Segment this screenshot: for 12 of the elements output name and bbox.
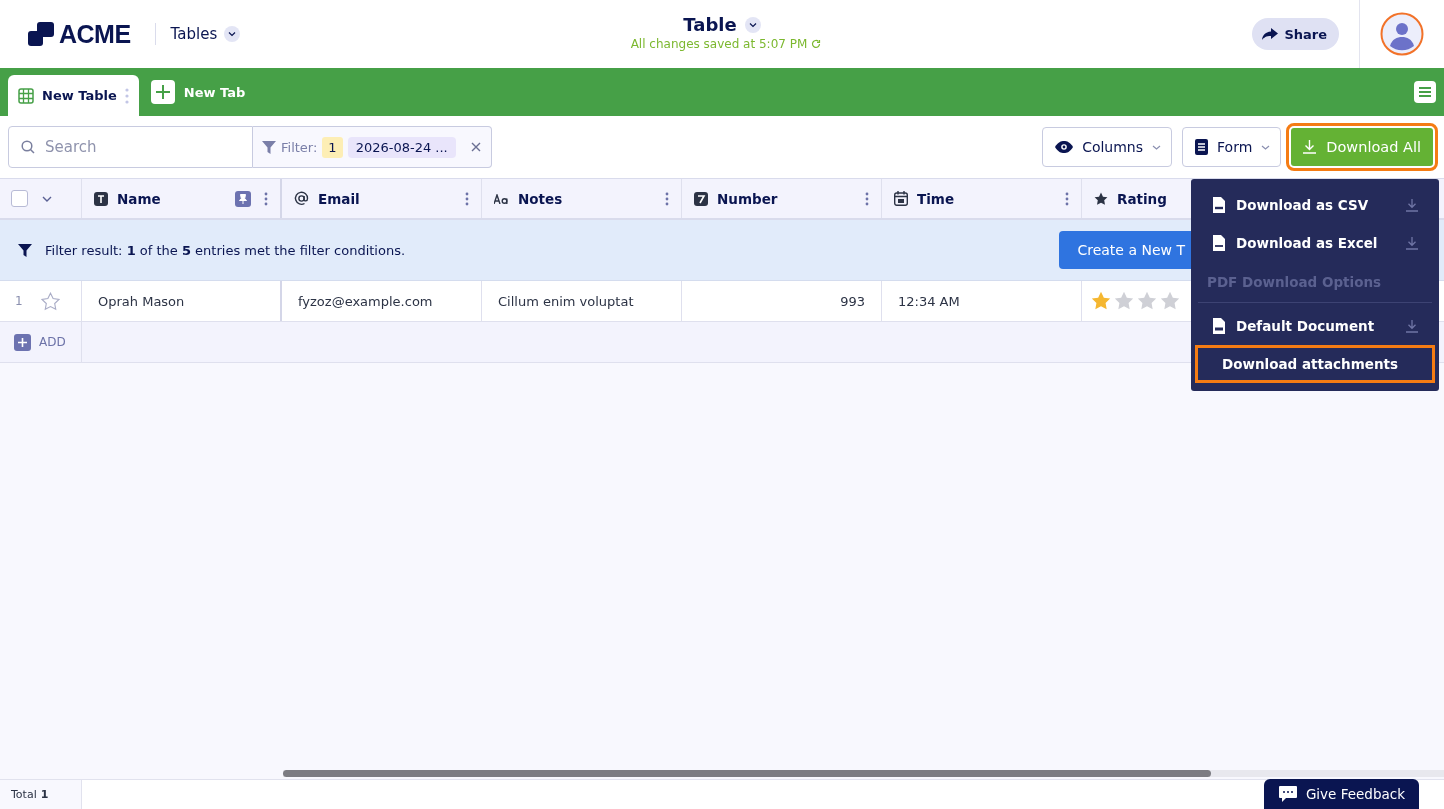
table-cell: fyzoz@example.com	[282, 281, 482, 321]
filter-count: 1	[322, 136, 343, 158]
total-count: 1	[40, 788, 49, 801]
total-label: Total	[11, 788, 37, 801]
table-cell: 993	[682, 281, 882, 321]
filter-label: Filter:	[281, 139, 318, 155]
table-cell: 12:34 AM	[882, 281, 1082, 321]
table-cell: Cillum enim voluptat	[482, 281, 682, 321]
logo-text: ACME	[59, 19, 131, 49]
filter-result-text: Filter result: 1 of the 5 entries met the filter conditions.	[45, 242, 406, 258]
row-number: 1	[15, 294, 23, 308]
save-status: All changes saved at 5:07 PM	[630, 37, 808, 51]
